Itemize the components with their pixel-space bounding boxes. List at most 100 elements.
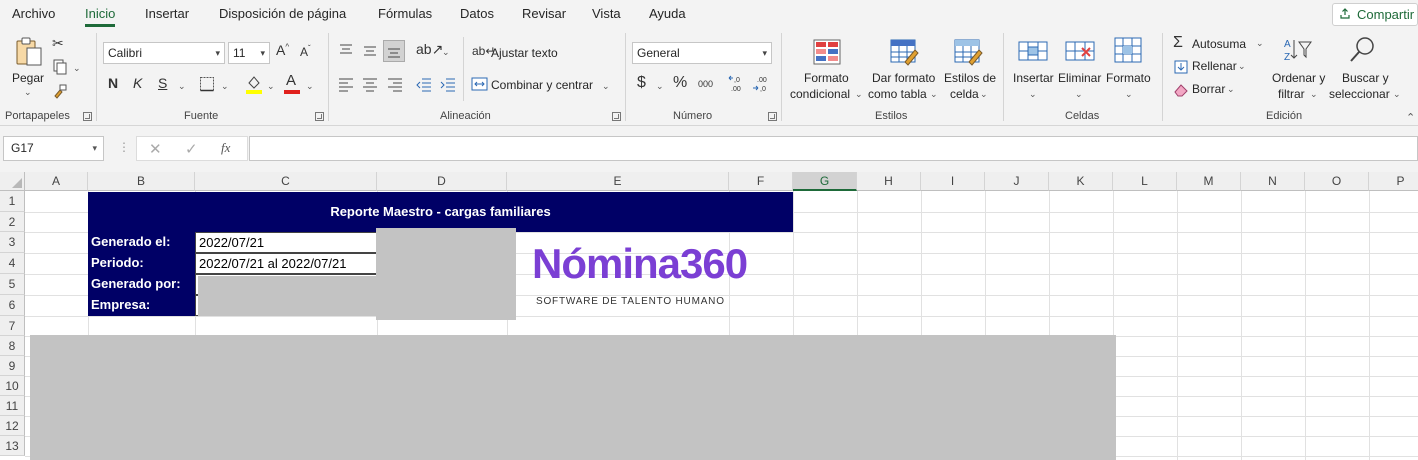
row-header-10[interactable]: 10 (0, 376, 25, 396)
decrease-indent-icon[interactable] (416, 76, 432, 92)
conditional-format-icon (813, 39, 841, 65)
tab-formulas[interactable]: Fórmulas (378, 6, 432, 21)
share-button[interactable]: Compartir (1332, 3, 1418, 26)
decrease-decimal-icon[interactable]: .00,0 (752, 74, 770, 94)
orientation-icon[interactable]: ab↗ (416, 41, 443, 58)
increase-font-icon[interactable]: A^ (276, 42, 289, 58)
align-left-icon[interactable] (338, 76, 354, 92)
currency-button[interactable]: $ (637, 74, 646, 92)
svg-text:,0: ,0 (760, 86, 766, 93)
align-middle-icon[interactable] (362, 43, 378, 59)
column-header-g[interactable]: G (793, 172, 857, 191)
row-header-1[interactable]: 1 (0, 191, 25, 212)
copy-dropdown-icon[interactable]: ⌄ (73, 63, 81, 74)
column-header-o[interactable]: O (1305, 172, 1369, 191)
cut-icon[interactable]: ✂ (52, 35, 64, 52)
value-generado-el[interactable]: 2022/07/21 (195, 232, 377, 253)
borders-dropdown-icon[interactable]: ⌄ (221, 81, 229, 92)
row-header-9[interactable]: 9 (0, 356, 25, 376)
number-format-value: General (637, 46, 680, 60)
row-header-6[interactable]: 6 (0, 295, 25, 316)
confirm-icon[interactable]: ✓ (185, 140, 198, 158)
column-header-d[interactable]: D (377, 172, 507, 191)
delete-cells-icon (1065, 41, 1095, 61)
column-header-e[interactable]: E (507, 172, 729, 191)
font-name-select[interactable]: Calibri ▾ (103, 42, 225, 64)
column-header-m[interactable]: M (1177, 172, 1241, 191)
column-header-f[interactable]: F (729, 172, 793, 191)
column-header-a[interactable]: A (25, 172, 88, 191)
percent-button[interactable]: % (673, 74, 687, 92)
increase-decimal-icon[interactable]: ,0.00 (728, 74, 746, 94)
alignment-launcher[interactable] (612, 112, 621, 121)
column-header-b[interactable]: B (88, 172, 195, 191)
italic-button[interactable]: K (133, 75, 142, 91)
copy-icon[interactable] (52, 59, 68, 75)
select-all-button[interactable] (0, 172, 25, 191)
formula-input[interactable] (249, 136, 1418, 161)
align-bottom-button[interactable] (383, 40, 405, 62)
tab-inicio[interactable]: Inicio (85, 6, 116, 27)
row-header-8[interactable]: 8 (0, 336, 25, 356)
align-center-icon[interactable] (362, 76, 378, 92)
column-header-p[interactable]: P (1369, 172, 1418, 191)
label-generado-el[interactable]: Generado el: (91, 234, 170, 249)
label-periodo[interactable]: Periodo: (91, 255, 144, 270)
paste-label: Pegar (12, 71, 45, 85)
tab-ayuda[interactable]: Ayuda (649, 6, 686, 21)
column-header-h[interactable]: H (857, 172, 921, 191)
row-header-12[interactable]: 12 (0, 416, 25, 436)
chevron-down-icon: ⌄ (1256, 38, 1264, 48)
row-header-5[interactable]: 5 (0, 274, 25, 295)
row-header-2[interactable]: 2 (0, 212, 25, 232)
tab-vista[interactable]: Vista (592, 6, 621, 21)
tab-insertar[interactable]: Insertar (145, 6, 189, 21)
tab-archivo[interactable]: Archivo (12, 6, 55, 21)
row-header-13[interactable]: 13 (0, 436, 25, 456)
bold-button[interactable]: N (108, 75, 118, 91)
collapse-ribbon-icon[interactable]: ⌃ (1406, 111, 1415, 124)
number-format-select[interactable]: General ▾ (632, 42, 772, 64)
report-title-banner[interactable]: Reporte Maestro - cargas familiares (88, 192, 793, 232)
row-header-3[interactable]: 3 (0, 232, 25, 253)
currency-dropdown-icon[interactable]: ⌄ (656, 81, 664, 92)
font-color-icon[interactable]: A (286, 72, 296, 89)
font-launcher[interactable] (315, 112, 324, 121)
separator (625, 33, 626, 121)
column-header-i[interactable]: I (921, 172, 985, 191)
row-header-7[interactable]: 7 (0, 316, 25, 336)
format-painter-icon[interactable] (52, 83, 68, 99)
column-header-j[interactable]: J (985, 172, 1049, 191)
tab-revisar[interactable]: Revisar (522, 6, 566, 21)
insert-function-icon[interactable]: fx (221, 140, 230, 156)
orientation-dropdown-icon[interactable]: ⌄ (442, 47, 450, 58)
cancel-icon[interactable]: ✕ (149, 140, 162, 158)
row-header-4[interactable]: 4 (0, 253, 25, 274)
tab-disposicion-pagina[interactable]: Disposición de página (219, 6, 346, 21)
value-periodo[interactable]: 2022/07/21 al 2022/07/21 (195, 253, 377, 274)
name-box[interactable]: G17 ▾ (3, 136, 104, 161)
decrease-font-icon[interactable]: Aˇ (300, 44, 311, 59)
increase-indent-icon[interactable] (440, 76, 456, 92)
autosum-icon: Σ (1173, 34, 1183, 51)
align-top-icon[interactable] (338, 43, 354, 59)
row-header-11[interactable]: 11 (0, 396, 25, 416)
number-launcher[interactable] (768, 112, 777, 121)
underline-button[interactable]: S (158, 75, 167, 91)
underline-dropdown-icon[interactable]: ⌄ (178, 81, 186, 92)
align-right-icon[interactable] (387, 76, 403, 92)
borders-icon[interactable] (199, 76, 215, 92)
fill-color-dropdown-icon[interactable]: ⌄ (267, 81, 275, 92)
fill-color-icon[interactable] (245, 74, 263, 94)
label-generado-por[interactable]: Generado por: (91, 276, 181, 291)
column-header-c[interactable]: C (195, 172, 377, 191)
column-header-n[interactable]: N (1241, 172, 1305, 191)
font-size-select[interactable]: 11 ▾ (228, 42, 270, 64)
column-header-k[interactable]: K (1049, 172, 1113, 191)
clipboard-launcher[interactable] (83, 112, 92, 121)
font-color-dropdown-icon[interactable]: ⌄ (306, 81, 314, 92)
label-empresa[interactable]: Empresa: (91, 297, 150, 312)
tab-datos[interactable]: Datos (460, 6, 494, 21)
column-header-l[interactable]: L (1113, 172, 1177, 191)
thousands-button[interactable]: 000 (698, 79, 713, 89)
